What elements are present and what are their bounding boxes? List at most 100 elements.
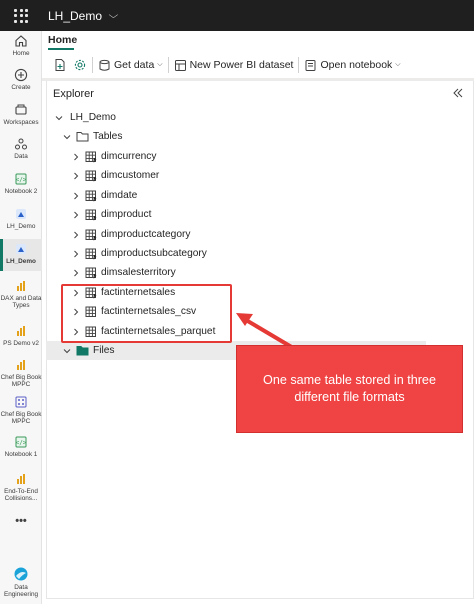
tree-folder-tables[interactable]: Tables <box>46 127 426 146</box>
chevron-down-icon[interactable]: ⌵ <box>109 10 119 21</box>
tree-root-lh-demo[interactable]: LH_Demo <box>46 108 426 127</box>
chevron-down-icon: ⌵ <box>157 61 163 68</box>
dataset-icon <box>174 59 186 71</box>
tree-table-item[interactable]: dimproductcategory <box>46 225 426 244</box>
chevron-down-icon[interactable] <box>63 347 71 355</box>
tree-table-item[interactable]: dimsalesterritory <box>46 263 426 282</box>
chevron-right-icon[interactable] <box>72 211 80 219</box>
new-file-icon[interactable] <box>53 58 67 72</box>
tree-table-label: dimcustomer <box>101 170 160 181</box>
nav-lh-demo-recent[interactable]: LH_Demo <box>0 207 42 230</box>
chevron-right-icon[interactable] <box>72 231 80 239</box>
chevron-down-icon[interactable] <box>55 114 63 122</box>
tree-table-label: dimproductcategory <box>101 229 191 240</box>
delta-table-icon <box>85 248 97 260</box>
nav-chef-big-book-report[interactable]: Chef Big Book MPPC <box>0 358 42 389</box>
folder-icon <box>76 131 89 142</box>
report-icon <box>17 474 25 484</box>
nav-label: Chef Big Book MPPC <box>0 374 42 389</box>
chevron-right-icon[interactable] <box>72 269 80 277</box>
chevron-down-icon[interactable] <box>63 133 71 141</box>
nav-data[interactable]: Data <box>0 137 42 160</box>
workspaces-icon <box>15 104 27 115</box>
data-hub-icon <box>15 138 27 150</box>
delta-table-icon <box>85 170 97 182</box>
chevron-right-icon[interactable] <box>72 172 80 180</box>
get-data-label: Get data <box>114 59 155 71</box>
tree-folder-label: Tables <box>93 131 123 142</box>
nav-label: Home <box>12 50 30 57</box>
nav-label: Create <box>11 84 31 91</box>
nav-chef-big-book-dataset[interactable]: Chef Big Book MPPC <box>0 395 42 426</box>
delta-table-icon <box>85 151 97 163</box>
tree-table-item[interactable]: dimcurrency <box>46 147 426 166</box>
tree-table-item[interactable]: dimproduct <box>46 205 426 224</box>
home-icon <box>15 35 27 47</box>
ribbon-tabs: Home <box>42 31 474 50</box>
data-engineering-icon <box>14 567 28 581</box>
more-icon[interactable]: ••• <box>0 515 42 527</box>
new-power-bi-dataset-button[interactable]: New Power BI dataset <box>174 59 294 72</box>
nav-label: LH_Demo <box>6 223 36 230</box>
tree-root-label: LH_Demo <box>70 112 116 123</box>
nav-notebook-1[interactable]: </> Notebook 1 <box>0 435 42 458</box>
nav-workspaces[interactable]: Workspaces <box>0 103 42 126</box>
app-launcher-icon[interactable] <box>14 8 28 23</box>
folder-icon <box>76 345 89 356</box>
tab-home[interactable]: Home <box>48 34 77 46</box>
callout-text: One same table stored in three different… <box>263 373 436 404</box>
report-icon <box>17 326 25 336</box>
lakehouse-icon <box>16 244 26 254</box>
workspace-name[interactable]: LH_Demo <box>48 9 102 23</box>
tree-table-label: dimcurrency <box>101 151 157 162</box>
tree-table-label: dimproductsubcategory <box>101 248 207 259</box>
nav-home[interactable]: Home <box>0 34 42 57</box>
tree-table-item[interactable]: dimdate <box>46 186 426 205</box>
tree-table-label: dimdate <box>101 190 138 201</box>
chevron-right-icon[interactable] <box>72 250 80 258</box>
get-data-button[interactable]: Get data ⌵ <box>98 59 163 72</box>
new-dataset-label: New Power BI dataset <box>189 59 294 71</box>
open-notebook-button[interactable]: Open notebook ⌵ <box>304 59 401 72</box>
nav-dax-and-data-types[interactable]: DAX and Data Types <box>0 279 42 310</box>
delta-table-icon <box>85 229 97 241</box>
nav-label: Notebook 2 <box>4 188 38 195</box>
toolbar-separator <box>298 57 300 73</box>
tree-table-label: dimsalesterritory <box>101 267 176 278</box>
top-bar: LH_Demo ⌵ <box>0 0 474 31</box>
explorer-title: Explorer <box>53 88 94 100</box>
nav-label: End-To-End Collisions... <box>4 488 38 503</box>
plus-circle-icon <box>14 68 28 82</box>
tree-table-item[interactable]: dimcustomer <box>46 166 426 185</box>
nav-notebook-2[interactable]: </> Notebook 2 <box>0 172 42 195</box>
notebook-icon <box>305 59 316 71</box>
database-icon <box>99 59 110 71</box>
nav-lh-demo-active[interactable]: LH_Demo <box>0 239 42 271</box>
delta-table-icon <box>85 267 97 279</box>
nav-label: DAX and Data Types <box>0 295 42 310</box>
delta-table-icon <box>85 209 97 221</box>
nav-label: Chef Big Book MPPC <box>0 411 42 426</box>
open-notebook-label: Open notebook <box>320 59 393 71</box>
settings-icon[interactable] <box>73 58 87 72</box>
nav-label: LH_Demo <box>6 258 36 265</box>
nav-create[interactable]: Create <box>0 68 42 91</box>
toolbar-separator <box>167 57 169 73</box>
tree-table-item[interactable]: dimproductsubcategory <box>46 244 426 263</box>
svg-text:</>: </> <box>16 440 27 447</box>
notebook-icon: </> <box>15 173 27 185</box>
nav-label: Notebook 1 <box>4 451 38 458</box>
lakehouse-icon <box>16 209 26 219</box>
nav-data-engineering[interactable]: Data Engineering <box>0 566 42 599</box>
report-icon <box>17 360 25 370</box>
collapse-pane-icon[interactable] <box>453 87 463 101</box>
chevron-right-icon[interactable] <box>72 192 80 200</box>
report-icon <box>17 281 25 291</box>
tab-home-indicator <box>48 48 74 50</box>
tree-folder-label: Files <box>93 345 115 356</box>
nav-label: PS Demo v2 <box>3 340 39 347</box>
nav-end-to-end-collisions[interactable]: End-To-End Collisions... <box>0 472 42 503</box>
chevron-right-icon[interactable] <box>72 153 80 161</box>
nav-ps-demo-v2[interactable]: PS Demo v2 <box>0 324 42 347</box>
svg-text:</>: </> <box>16 177 27 184</box>
